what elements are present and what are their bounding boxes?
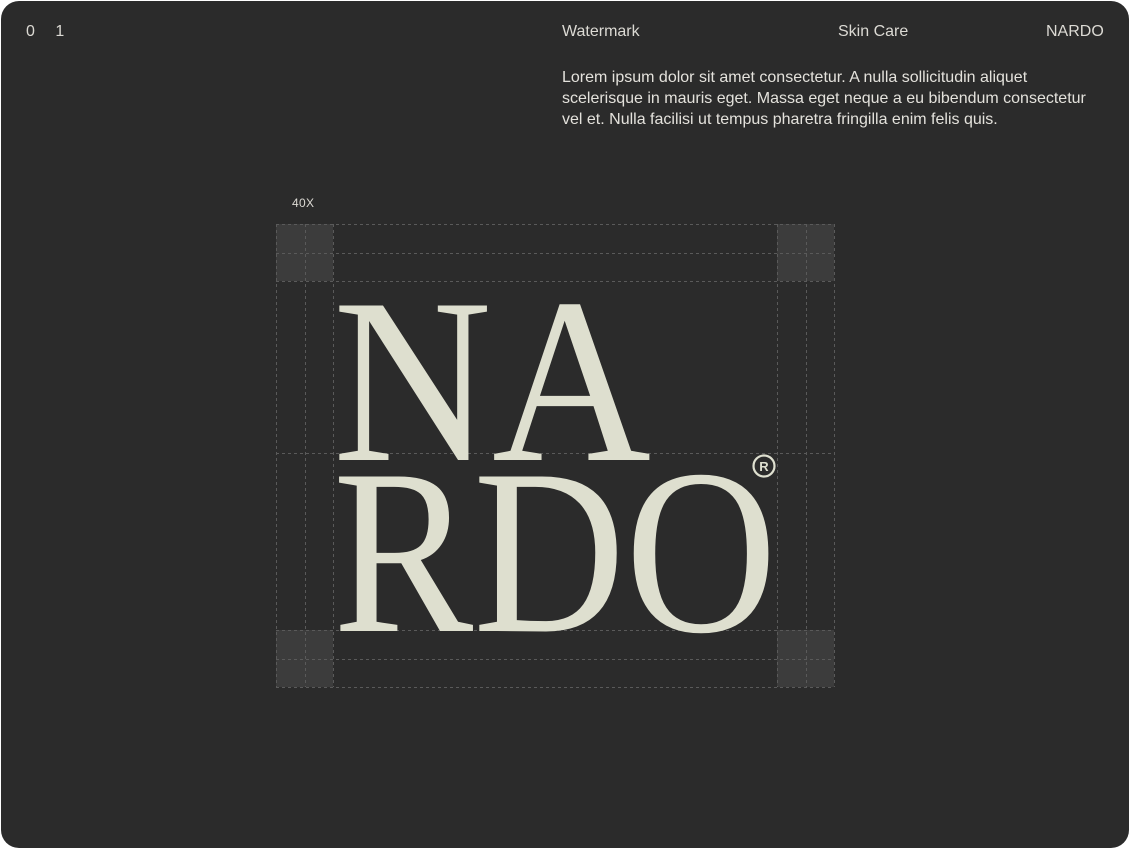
- logo-construction-grid: NA RDO R: [276, 224, 835, 688]
- presentation-slide: 0 1 Watermark Skin Care NARDO Lorem ipsu…: [1, 1, 1129, 848]
- nardo-logo: NA RDO R: [333, 251, 777, 683]
- corner-block-bottom-left: [276, 630, 333, 687]
- registered-mark-letter: R: [759, 459, 769, 474]
- logo-line-2: RDO: [333, 422, 777, 683]
- corner-block-bottom-right: [777, 630, 834, 687]
- corner-block-top-right: [777, 224, 834, 281]
- corner-block-top-left: [276, 224, 333, 281]
